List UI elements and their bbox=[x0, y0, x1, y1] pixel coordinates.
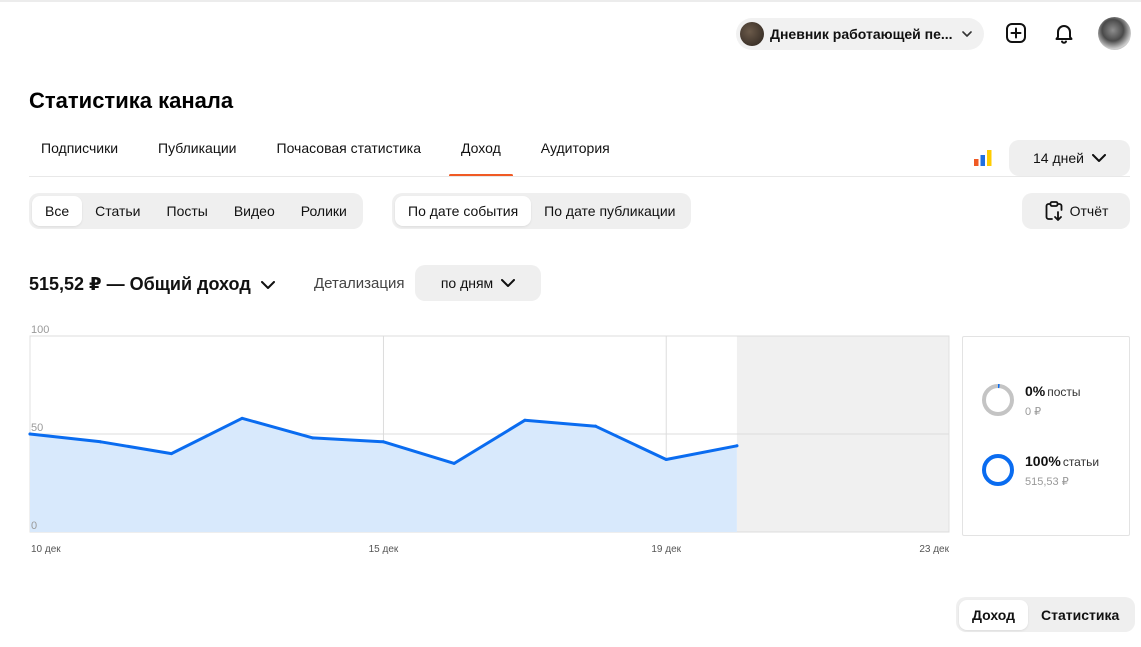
y-tick-label: 0 bbox=[31, 520, 37, 532]
income-breakdown-card: 0% посты 0 ₽ 100% статьи 515,53 ₽ bbox=[962, 336, 1130, 536]
chart-data-point bbox=[594, 424, 598, 428]
y-tick-label: 100 bbox=[31, 324, 49, 336]
tabs-divider bbox=[29, 176, 1130, 177]
filter-shorts[interactable]: Ролики bbox=[288, 196, 360, 226]
x-tick-label: 23 дек bbox=[919, 544, 949, 555]
legend-posts-name: посты bbox=[1047, 385, 1081, 399]
chart-data-point bbox=[735, 444, 739, 448]
legend-item-articles: 100% статьи 515,53 ₽ bbox=[981, 453, 1099, 488]
legend-articles-amount: 515,53 ₽ bbox=[1025, 476, 1069, 488]
detail-label: Детализация bbox=[314, 275, 405, 292]
x-tick-label: 15 дек bbox=[369, 544, 399, 555]
tab-subscribers[interactable]: Подписчики bbox=[29, 130, 130, 177]
toggle-income[interactable]: Доход bbox=[959, 599, 1029, 630]
toggle-statistics[interactable]: Статистика bbox=[1028, 600, 1132, 630]
y-tick-label: 50 bbox=[31, 422, 43, 434]
chevron-down-icon bbox=[260, 280, 275, 289]
tab-hourly[interactable]: Почасовая статистика bbox=[265, 130, 434, 177]
chart-data-point bbox=[169, 452, 173, 456]
legend-posts-amount: 0 ₽ bbox=[1025, 406, 1042, 418]
legend-articles-name: статьи bbox=[1062, 455, 1100, 469]
chart-data-point bbox=[28, 432, 32, 436]
x-tick-label: 19 дек bbox=[651, 544, 681, 555]
filter-all[interactable]: Все bbox=[32, 196, 83, 226]
report-button[interactable]: Отчёт bbox=[1022, 193, 1130, 229]
page-title: Статистика канала bbox=[29, 88, 234, 113]
channel-avatar bbox=[740, 22, 764, 46]
legend-posts-pct: 0% bbox=[1025, 383, 1046, 399]
chevron-down-icon bbox=[960, 27, 974, 41]
detail-value: по дням bbox=[440, 275, 494, 291]
period-select[interactable]: 14 дней bbox=[1009, 140, 1130, 176]
period-label: 14 дней bbox=[1033, 150, 1084, 166]
tab-audience[interactable]: Аудитория bbox=[529, 130, 622, 177]
content-type-filter: Все Статьи Посты Видео Ролики bbox=[29, 193, 363, 229]
tab-publications[interactable]: Публикации bbox=[146, 130, 248, 177]
bottom-view-toggle: Доход Статистика bbox=[956, 597, 1136, 632]
filter-by-publish-date[interactable]: По дате публикации bbox=[531, 196, 688, 226]
top-border bbox=[0, 0, 1141, 2]
detail-select[interactable]: по дням bbox=[415, 265, 541, 301]
chart-data-point bbox=[452, 461, 456, 465]
channel-name: Дневник работающей пе... bbox=[770, 26, 953, 42]
donut-ring-icon bbox=[982, 454, 1014, 486]
bell-icon[interactable] bbox=[1051, 20, 1077, 46]
filter-posts[interactable]: Посты bbox=[154, 196, 221, 226]
chart-data-point bbox=[381, 440, 385, 444]
chart-data-point bbox=[523, 418, 527, 422]
chart-data-point bbox=[99, 440, 103, 444]
income-chart: 100 50 0 10 дек 15 дек 19 дек 23 дек bbox=[28, 324, 950, 555]
filter-by-event-date[interactable]: По дате события bbox=[395, 196, 532, 226]
date-mode-filter: По дате события По дате публикации bbox=[392, 193, 692, 229]
legend-item-posts: 0% посты 0 ₽ bbox=[981, 383, 1081, 418]
chart-data-point bbox=[664, 457, 668, 461]
stats-tabs: Подписчики Публикации Почасовая статисти… bbox=[29, 130, 638, 177]
legend-articles-pct: 100% bbox=[1025, 453, 1061, 469]
chart-data-point bbox=[240, 416, 244, 420]
filter-articles[interactable]: Статьи bbox=[82, 196, 153, 226]
chevron-down-icon bbox=[1091, 154, 1106, 162]
chevron-down-icon bbox=[501, 279, 516, 287]
report-download-icon bbox=[1045, 201, 1062, 221]
filter-videos[interactable]: Видео bbox=[221, 196, 288, 226]
total-income-select[interactable]: 515,52 ₽ — Общий доход bbox=[29, 274, 275, 295]
channel-switcher[interactable]: Дневник работающей пе... bbox=[736, 18, 984, 50]
x-tick-label: 10 дек bbox=[31, 544, 61, 555]
user-avatar[interactable] bbox=[1098, 17, 1131, 50]
tab-income[interactable]: Доход bbox=[449, 130, 513, 177]
chart-data-point bbox=[311, 436, 315, 440]
total-income-label: 515,52 ₽ — Общий доход bbox=[29, 274, 251, 294]
donut-ring-icon bbox=[982, 384, 1014, 416]
add-icon[interactable] bbox=[1003, 20, 1029, 46]
bar-chart-logo-icon bbox=[974, 150, 992, 166]
report-label: Отчёт bbox=[1069, 203, 1109, 219]
